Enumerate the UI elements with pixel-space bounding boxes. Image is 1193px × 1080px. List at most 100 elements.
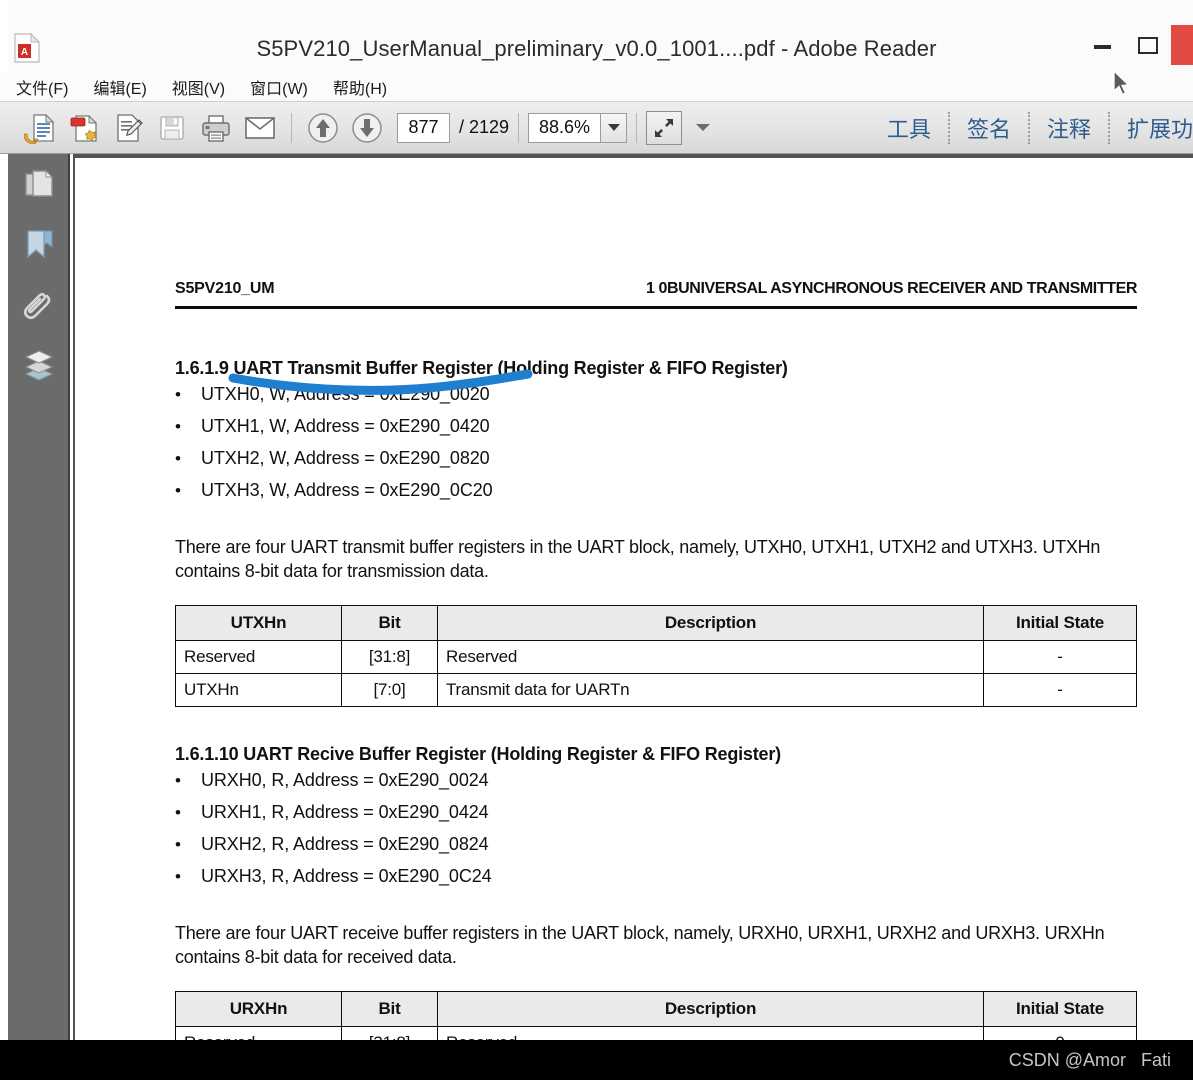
zoom-dropdown-button[interactable] — [600, 112, 628, 143]
email-icon[interactable] — [238, 106, 282, 150]
toolbar: 877 / 2129 88.6% 工具 签名 注释 扩展功 — [0, 101, 1193, 154]
table-header-row: UTXHn Bit Description Initial State — [175, 605, 1137, 641]
adobe-reader-window: A S5PV210_UserManual_preliminary_v0.0_10… — [0, 0, 1193, 1080]
page-total-label: / 2129 — [459, 117, 510, 137]
blue-marker-underline[interactable] — [228, 366, 538, 401]
cell-bit: [31:8] — [341, 1026, 438, 1040]
toolbar-divider — [291, 112, 292, 143]
toolbar-divider-3 — [636, 112, 638, 143]
menu-item-edit[interactable]: 编辑(E) — [93, 75, 146, 99]
cell-register: Reserved — [175, 1026, 342, 1040]
list-item: • UTXH1, W, Address = 0xE290_0420 — [175, 416, 493, 448]
next-page-icon[interactable] — [345, 106, 389, 150]
create-pdf-icon[interactable] — [62, 106, 106, 150]
menu-item-file[interactable]: 文件(F) — [16, 75, 68, 99]
paragraph-urxh: There are four UART receive buffer regis… — [175, 923, 1105, 967]
title-bar: A S5PV210_UserManual_preliminary_v0.0_10… — [0, 0, 1193, 73]
pdf-page: S5PV210_UM 1 0BUNIVERSAL ASYNCHRONOUS RE… — [75, 158, 1193, 1040]
list-item: • URXH3, R, Address = 0xE290_0C24 — [175, 866, 492, 898]
cell-description: Transmit data for UARTn — [437, 673, 984, 707]
menu-item-view[interactable]: 视图(V) — [172, 75, 225, 99]
fit-page-button[interactable] — [646, 110, 683, 145]
open-file-icon[interactable] — [18, 106, 62, 150]
column-header-initial-state: Initial State — [983, 605, 1137, 641]
cell-initial-state: 0 — [983, 1026, 1137, 1040]
layers-icon[interactable] — [22, 348, 56, 382]
extended-pane-button[interactable]: 扩展功 — [1110, 112, 1193, 144]
toolbar-task-panes: 工具 签名 注释 扩展功 — [870, 102, 1193, 153]
running-header: S5PV210_UM 1 0BUNIVERSAL ASYNCHRONOUS RE… — [175, 280, 1137, 298]
list-item: • UTXH2, W, Address = 0xE290_0820 — [175, 448, 493, 480]
page-number-input[interactable]: 877 — [397, 112, 450, 143]
section-heading-1-6-1-10: 1.6.1.10 UART Recive Buffer Register (Ho… — [175, 744, 781, 764]
toolbar-overflow-icon[interactable] — [696, 124, 711, 131]
column-header-register: URXHn — [175, 991, 342, 1027]
list-item: • URXH2, R, Address = 0xE290_0824 — [175, 834, 492, 866]
table-utxhn: UTXHn Bit Description Initial State Rese… — [175, 605, 1137, 707]
fit-page-icon — [655, 118, 674, 137]
cell-bit: [7:0] — [341, 673, 438, 707]
menu-item-help[interactable]: 帮助(H) — [333, 75, 387, 99]
table-urxhn: URXHn Bit Description Initial State Rese… — [175, 991, 1137, 1040]
running-header-right: 1 0BUNIVERSAL ASYNCHRONOUS RECEIVER AND … — [645, 280, 1137, 297]
column-header-register: UTXHn — [175, 605, 342, 641]
menu-bar: 文件(F) 编辑(E) 视图(V) 窗口(W) 帮助(H) — [0, 72, 1193, 101]
list-item-label: URXH3, R, Address = 0xE290_0C24 — [201, 866, 492, 886]
bullet-list-utxh: • UTXH0, W, Address = 0xE290_0020 • UTXH… — [175, 384, 493, 512]
minimize-icon[interactable] — [1079, 25, 1125, 65]
running-header-left: S5PV210_UM — [175, 280, 275, 297]
page-viewport[interactable]: S5PV210_UM 1 0BUNIVERSAL ASYNCHRONOUS RE… — [73, 154, 1193, 1040]
list-item-label: UTXH1, W, Address = 0xE290_0420 — [201, 416, 490, 436]
column-header-description: Description — [437, 991, 984, 1027]
comment-pane-button[interactable]: 注释 — [1030, 112, 1108, 144]
document-area: S5PV210_UM 1 0BUNIVERSAL ASYNCHRONOUS RE… — [0, 154, 1193, 1040]
mouse-cursor — [1112, 69, 1132, 103]
cell-description: Reserved — [437, 1026, 984, 1040]
bullet-marker: • — [175, 417, 181, 436]
navigation-pane — [8, 154, 70, 1040]
bullet-marker: • — [175, 867, 181, 886]
bullet-marker: • — [175, 385, 181, 404]
bullet-marker: • — [175, 481, 181, 500]
sign-pane-button[interactable]: 签名 — [950, 112, 1028, 144]
maximize-icon[interactable] — [1125, 25, 1171, 65]
paragraph-utxh: There are four UART transmit buffer regi… — [175, 537, 1101, 581]
list-item: • URXH0, R, Address = 0xE290_0024 — [175, 770, 492, 802]
page-thumbnails-icon[interactable] — [22, 168, 56, 202]
cell-register: Reserved — [175, 640, 342, 674]
bullet-marker: • — [175, 449, 181, 468]
print-icon[interactable] — [194, 106, 238, 150]
cell-initial-state: - — [983, 640, 1137, 674]
cell-register: UTXHn — [175, 673, 342, 707]
list-item-label: URXH2, R, Address = 0xE290_0824 — [201, 834, 489, 854]
tools-pane-button[interactable]: 工具 — [870, 112, 948, 144]
table-row: Reserved [31:8] Reserved 0 — [175, 1026, 1137, 1040]
window-title: S5PV210_UserManual_preliminary_v0.0_1001… — [256, 36, 937, 61]
menu-item-window[interactable]: 窗口(W) — [250, 75, 308, 99]
watermark-label: CSDN @Amor Fati — [1008, 1050, 1171, 1070]
header-rule — [175, 306, 1137, 309]
cell-initial-state: - — [983, 673, 1137, 707]
bullet-marker: • — [175, 803, 181, 822]
column-header-bit: Bit — [341, 991, 438, 1027]
list-item-label: URXH1, R, Address = 0xE290_0424 — [201, 802, 489, 822]
column-header-bit: Bit — [341, 605, 438, 641]
table-row: Reserved [31:8] Reserved - — [175, 640, 1137, 674]
close-icon[interactable] — [1171, 25, 1193, 65]
table-header-row: URXHn Bit Description Initial State — [175, 991, 1137, 1027]
save-icon[interactable] — [150, 106, 194, 150]
zoom-input[interactable]: 88.6% — [528, 112, 601, 143]
column-header-description: Description — [437, 605, 984, 641]
attachments-icon[interactable] — [22, 288, 56, 322]
bullet-marker: • — [175, 771, 181, 790]
toolbar-divider-2 — [518, 112, 520, 143]
previous-page-icon[interactable] — [301, 106, 345, 150]
list-item: • URXH1, R, Address = 0xE290_0424 — [175, 802, 492, 834]
bullet-marker: • — [175, 835, 181, 854]
cell-bit: [31:8] — [341, 640, 438, 674]
bookmarks-icon[interactable] — [22, 228, 56, 262]
cell-description: Reserved — [437, 640, 984, 674]
bullet-list-urxh: • URXH0, R, Address = 0xE290_0024 • URXH… — [175, 770, 492, 898]
table-row: UTXHn [7:0] Transmit data for UARTn - — [175, 673, 1137, 707]
edit-pdf-icon[interactable] — [106, 106, 150, 150]
